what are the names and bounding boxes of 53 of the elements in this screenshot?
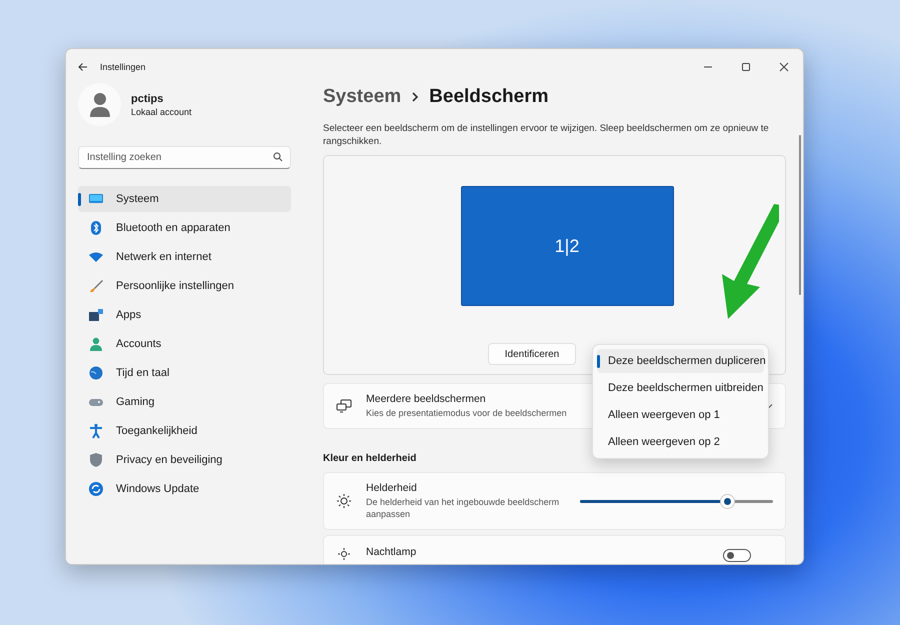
sidebar-item[interactable]: Privacy en beveiliging	[78, 447, 291, 473]
search-icon	[273, 152, 283, 162]
chevron-right-icon	[411, 91, 420, 103]
breadcrumb-link[interactable]: Systeem	[323, 86, 402, 108]
display-tile[interactable]: 1|2	[460, 186, 674, 306]
page-title: Beeldscherm	[429, 86, 549, 108]
account-type: Lokaal account	[131, 106, 192, 116]
setting-title: Nachtlamp	[366, 546, 416, 558]
slider-thumb[interactable]	[721, 494, 734, 508]
close-icon[interactable]	[779, 62, 789, 72]
sidebar-item[interactable]: Toegankelijkheid	[78, 418, 291, 444]
sidebar-item[interactable]: Systeem	[78, 186, 291, 212]
setting-description: De helderheid van het ingebouwde beeldscherm aanpassen	[366, 496, 560, 520]
account-name: pctips	[131, 92, 164, 104]
shield-icon	[88, 452, 104, 468]
sun-icon	[336, 546, 352, 562]
menu-item[interactable]: Alleen weergeven op 1	[597, 403, 764, 427]
sidebar-item[interactable]: Apps	[78, 302, 291, 328]
apps-icon	[88, 307, 104, 323]
sun-icon	[336, 493, 352, 509]
menu-item[interactable]: Deze beeldschermen dupliceren	[597, 349, 764, 373]
sidebar-item[interactable]: Accounts	[78, 331, 291, 357]
multiple-monitors-icon	[336, 398, 352, 414]
selection-indicator	[597, 355, 600, 368]
setting-description: Kies de presentatiemodus voor de beeldschermen	[366, 407, 567, 419]
sidebar-item[interactable]: Netwerk en internet	[78, 244, 291, 270]
sidebar-item[interactable]: Windows Update	[78, 476, 291, 502]
globe-icon	[88, 365, 104, 381]
menu-item[interactable]: Alleen weergeven op 2	[597, 430, 764, 454]
sidebar-item[interactable]: Gaming	[78, 389, 291, 415]
sidebar-item[interactable]: Persoonlijke instellingen	[78, 273, 291, 299]
search-field[interactable]: Instelling zoeken	[78, 146, 291, 169]
identify-button[interactable]: Identificeren	[488, 343, 576, 365]
description-text: Selecteer een beeldscherm om de instellingen ervoor te wijzigen. Sleep beeldschermen om ze opnieuw te rangschikken.	[323, 122, 770, 148]
update-icon	[88, 481, 104, 497]
user-silhouette-icon	[88, 92, 110, 118]
sidebar-item[interactable]: Tijd en taal	[78, 360, 291, 386]
sidebar-item[interactable]: Bluetooth en apparaten	[78, 215, 291, 241]
person-icon	[88, 336, 104, 352]
night-light-card[interactable]: Nachtlamp	[323, 535, 786, 564]
maximize-icon[interactable]	[741, 62, 751, 72]
back-arrow-icon[interactable]	[78, 62, 88, 72]
brush-icon	[88, 278, 104, 294]
bluetooth-icon	[88, 220, 104, 236]
setting-title: Meerdere beeldschermen	[366, 393, 487, 405]
brightness-slider[interactable]	[580, 494, 773, 508]
selection-indicator	[78, 193, 81, 206]
window-title: Instellingen	[100, 62, 146, 72]
setting-title: Helderheid	[366, 482, 418, 494]
section-heading: Kleur en helderheid	[323, 453, 418, 464]
scrollbar[interactable]	[799, 135, 801, 295]
toggle-switch[interactable]	[723, 549, 751, 562]
accessibility-icon	[88, 423, 104, 439]
